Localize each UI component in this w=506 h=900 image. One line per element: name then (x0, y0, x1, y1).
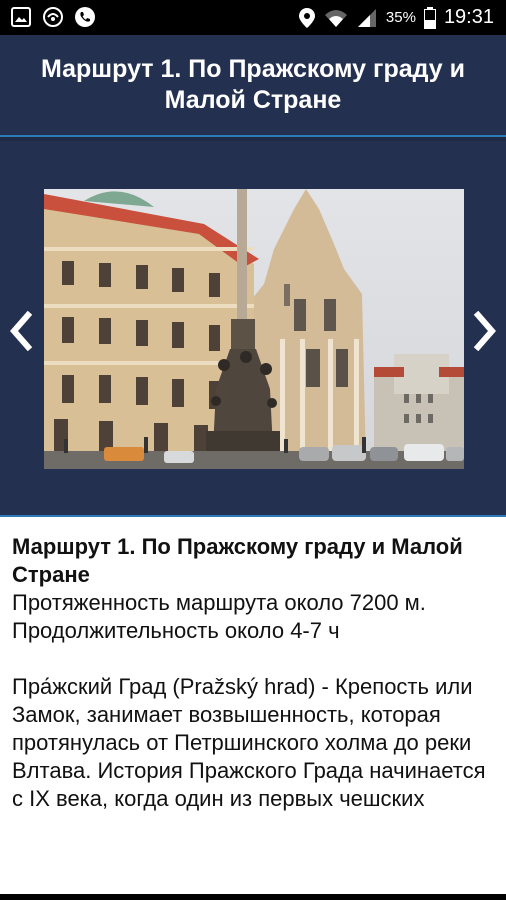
gallery-notification-icon (11, 7, 31, 27)
status-bar: 35% 19:31 (0, 0, 506, 35)
battery-percent: 35% (385, 9, 416, 26)
route-title: Маршрут 1. По Пражскому граду и Малой Ст… (12, 534, 463, 587)
battery-icon (423, 6, 436, 29)
prague-church-photo[interactable] (44, 189, 464, 469)
header-divider (0, 135, 506, 137)
clock: 19:31 (443, 6, 494, 28)
route-duration: Продолжительность около 4-7 ч (12, 618, 340, 643)
chevron-left-icon[interactable] (4, 311, 38, 351)
phone-notification-icon (75, 7, 95, 27)
notification-icons (10, 6, 96, 28)
app-header: Маршрут 1. По Пражскому граду и Малой Ст… (0, 35, 506, 135)
location-icon (298, 7, 315, 28)
wireless-notification-icon (43, 7, 63, 27)
wifi-icon (324, 9, 347, 27)
bottom-edge (0, 894, 506, 900)
photo-gallery[interactable] (0, 141, 506, 515)
signal-icon (357, 8, 376, 27)
route-length: Протяженность маршрута около 7200 м. (12, 590, 426, 615)
route-body: Пра́жский Град (Pražský hrad) - Крепость… (12, 674, 486, 811)
system-indicators: 35% 19:31 (298, 0, 494, 35)
page-title: Маршрут 1. По Пражскому граду и Малой Ст… (40, 55, 466, 114)
chevron-right-icon[interactable] (468, 311, 502, 351)
route-description[interactable]: Маршрут 1. По Пражскому граду и Малой Ст… (0, 517, 506, 900)
